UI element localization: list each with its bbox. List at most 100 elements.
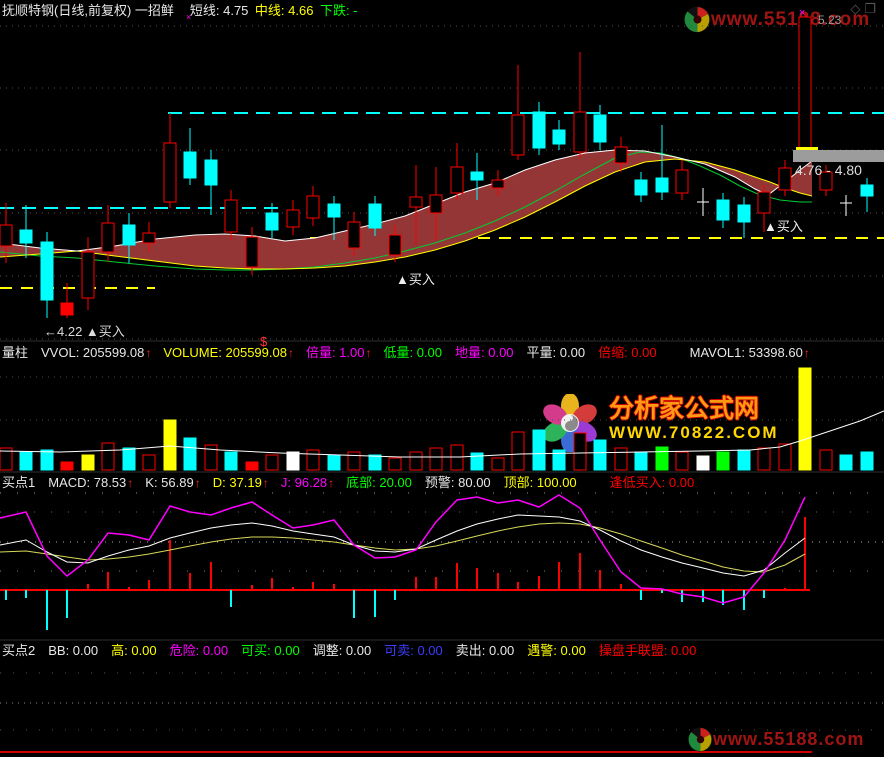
volume-bar (266, 455, 278, 470)
candle-body (184, 152, 196, 178)
indicator-field: 操盘手联盟: 0.00 (599, 643, 697, 658)
candle-body (266, 213, 278, 230)
indicator-field: D: 37.19 (213, 475, 262, 490)
stock-app-window: www.55188.com 分析家公式网 WWW.70822.COM 抚顺特钢(… (0, 0, 884, 757)
candle-body (758, 192, 770, 213)
candle-body (676, 170, 688, 193)
volume-bar (615, 448, 627, 470)
volume-bar (82, 455, 94, 470)
indicator-field: 调整: 0.00 (313, 643, 372, 658)
indicator-field: K: 56.89 (145, 475, 193, 490)
candle-body (287, 210, 299, 227)
indicator-field: 逢低买入: 0.00 (610, 475, 695, 490)
up-arrow-icon: ↑ (127, 476, 133, 490)
volume-bar (799, 368, 811, 470)
volume-bar (61, 462, 73, 470)
volume-bar (225, 452, 237, 470)
indicator-field: 下跌: - (320, 3, 358, 18)
indicator-field: MACD: 78.53 (48, 475, 126, 490)
volume-bar (307, 450, 319, 470)
candle-body (656, 178, 668, 192)
indicator-field: J: 96.28 (281, 475, 327, 490)
volume-bar (574, 433, 586, 470)
stock-title: 抚顺特钢(日线,前复权) 一招鲜 (2, 3, 174, 18)
candle-body (594, 115, 606, 142)
candle-body (246, 237, 258, 267)
volume-bar (840, 455, 852, 470)
volume-bar (328, 455, 340, 470)
up-arrow-icon: ↑ (195, 476, 201, 490)
volume-bar (594, 440, 606, 470)
indicator-field: 可买: 0.00 (241, 643, 300, 658)
volume-bar (492, 458, 504, 470)
candle-body (738, 205, 750, 222)
candle-body (574, 112, 586, 152)
indicator-field: 买点1 (2, 475, 35, 490)
indicator-field: 平量: 0.00 (527, 345, 586, 360)
indicator-field: 量柱 (2, 345, 28, 360)
window-icons[interactable]: ◇❐ (850, 1, 880, 17)
candle-body (82, 252, 94, 298)
candle-body (143, 233, 155, 243)
title-bar: 抚顺特钢(日线,前复权) 一招鲜短线: 4.75↑中线: 4.66↑下跌: - (0, 0, 884, 20)
up-arrow-icon: ↑ (804, 346, 810, 360)
candle-body (225, 200, 237, 232)
candle-body (430, 195, 442, 213)
candle-body (389, 235, 401, 255)
indicator-field: 中线: 4.66 (255, 3, 314, 18)
indicator-field: 短线: 4.75 (190, 3, 249, 18)
volume-bar (369, 455, 381, 470)
up-arrow-icon: ↑ (288, 346, 294, 360)
indicator-field: 高: 0.00 (111, 643, 157, 658)
candle-body (717, 200, 729, 220)
candle-body (635, 180, 647, 195)
panel1-indicator-header: 买点1MACD: 78.53↑K: 56.89↑D: 37.19↑J: 96.2… (2, 475, 707, 491)
volume-bar (430, 448, 442, 470)
indicator-field: 底部: 20.00 (346, 475, 412, 490)
candle-body (102, 223, 114, 252)
volume-bar (287, 452, 299, 470)
volume-bar (697, 456, 709, 470)
indicator-field: 顶部: 100.00 (504, 475, 577, 490)
candle-body (61, 303, 73, 315)
volume-bar (717, 452, 729, 470)
diamond-icon[interactable]: ◇ (850, 1, 864, 16)
volume-bar (533, 430, 545, 470)
indicator-field: VOLUME: 205599.08 (163, 345, 287, 360)
square-icon[interactable]: ❐ (864, 1, 880, 16)
gray-highlight-bar (793, 150, 884, 162)
volume-bar (758, 448, 770, 470)
candle-body (41, 242, 53, 300)
indicator-field: VVOL: 205599.08 (41, 345, 144, 360)
volume-bar (102, 443, 114, 470)
up-arrow-icon: ↑ (263, 476, 269, 490)
candle-body (615, 147, 627, 163)
candle-body (492, 180, 504, 188)
d-line (0, 523, 805, 572)
indicator-field: 预警: 80.00 (425, 475, 491, 490)
volume-bar (20, 452, 32, 470)
volume-bar (861, 452, 873, 470)
volume-bar (512, 432, 524, 470)
yellow-tick (796, 147, 818, 150)
k-line (0, 515, 805, 576)
volume-bar (164, 420, 176, 470)
candle-body (410, 197, 422, 207)
candle-body (471, 172, 483, 180)
candle-body (205, 160, 217, 185)
indicator-field: 低量: 0.00 (383, 345, 442, 360)
up-arrow-icon: ↑ (145, 346, 151, 360)
indicator-field: 倍量: 1.00 (306, 345, 365, 360)
indicator-field: MAVOL1: 53398.60 (690, 345, 803, 360)
volume-bar (779, 444, 791, 470)
candle-body (164, 143, 176, 202)
volume-bar (389, 458, 401, 470)
candle-body (799, 17, 811, 150)
volume-bar (184, 438, 196, 470)
panel2-indicator-header: 买点2BB: 0.00高: 0.00危险: 0.00可买: 0.00调整: 0.… (2, 643, 709, 659)
candle-body (533, 112, 545, 148)
candle-body (123, 225, 135, 245)
volume-bar (410, 452, 422, 470)
candle-body (512, 115, 524, 155)
volume-bar (348, 452, 360, 470)
